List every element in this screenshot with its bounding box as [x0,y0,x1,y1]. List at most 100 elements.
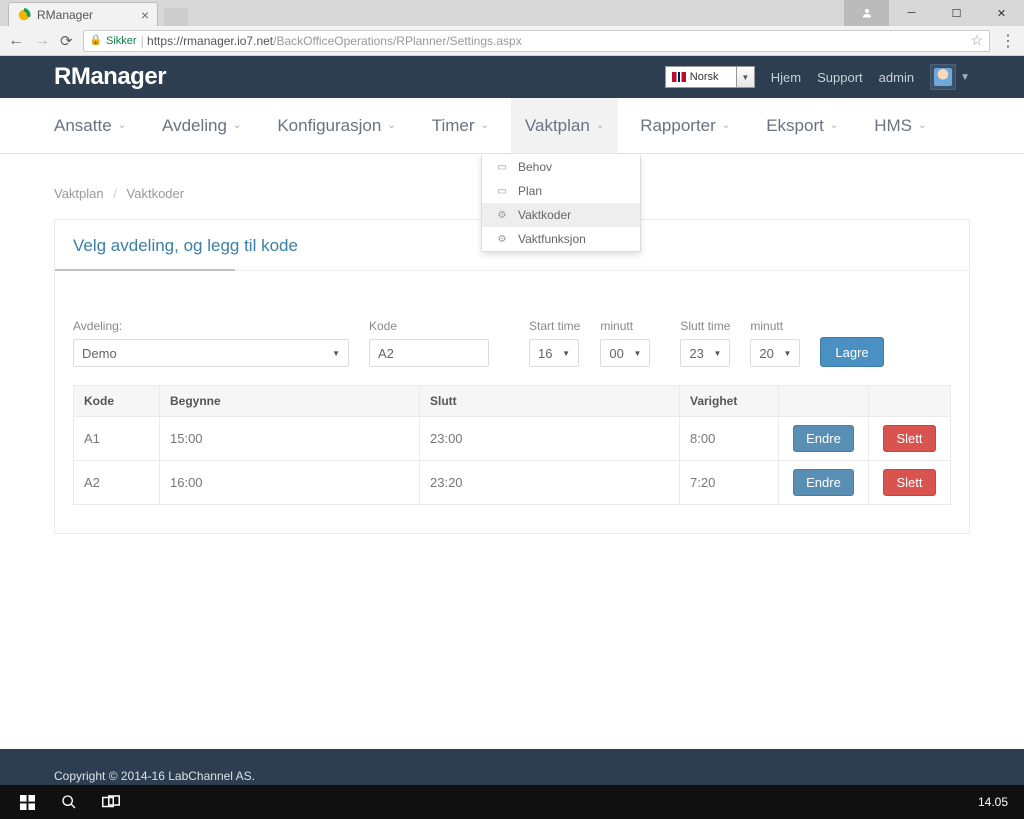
breadcrumb-current: Vaktkoder [127,186,185,201]
chevron-down-icon: ▼ [713,349,721,358]
user-menu[interactable]: ▼ [930,64,970,90]
label-start-time: Start time [529,319,580,333]
close-tab-icon[interactable]: × [131,7,149,23]
table-row: A1 15:00 23:00 8:00 Endre Slett [74,417,951,461]
chevron-down-icon: ⌄ [481,120,489,131]
nav-timer[interactable]: Timer⌄ [432,98,489,153]
end-minute-select[interactable]: 20▼ [750,339,800,367]
cell-varighet: 7:20 [680,461,779,505]
address-bar[interactable]: 🔒 Sikker | https://rmanager.io7.net/Back… [83,30,990,52]
square-icon: ▭ [496,186,508,197]
chevron-down-icon: ⌄ [722,120,730,131]
new-tab-button[interactable] [164,8,188,26]
app-header: RManager Norsk ▼ Hjem Support admin ▼ [0,56,1024,98]
chevron-down-icon: ⌄ [830,120,838,131]
url-host: https://rmanager.io7.net [147,34,273,48]
chevron-down-icon: ▼ [633,349,641,358]
task-view-button[interactable] [90,785,132,819]
window-minimize-button[interactable]: ─ [889,0,934,26]
nav-admin-link[interactable]: admin [879,70,914,85]
delete-button[interactable]: Slett [883,425,935,452]
avdeling-select[interactable]: Demo▼ [73,339,349,367]
edit-button[interactable]: Endre [793,425,854,452]
label-start-minutt: minutt [600,319,650,333]
nav-hms[interactable]: HMS⌄ [874,98,926,153]
nav-rapporter[interactable]: Rapporter⌄ [640,98,730,153]
label-avdeling: Avdeling: [73,319,349,333]
window-maximize-button[interactable]: ☐ [934,0,979,26]
chevron-down-icon: ▼ [562,349,570,358]
kode-input[interactable] [369,339,489,367]
flag-norway-icon [672,72,686,82]
cell-slutt: 23:20 [420,461,680,505]
lock-icon: 🔒 [90,35,102,46]
chevron-down-icon: ⌄ [596,120,604,131]
search-button[interactable] [48,785,90,819]
chevron-down-icon: ▼ [332,349,340,358]
col-kode: Kode [74,386,160,417]
label-slutt-minutt: minutt [750,319,800,333]
window-close-button[interactable]: ✕ [979,0,1024,26]
col-slutt: Slutt [420,386,680,417]
square-icon: ▭ [496,162,508,173]
vaktplan-dropdown: ▭Behov ▭Plan ⚙Vaktkoder ⚙Vaktfunksjon [481,155,641,252]
copyright-text: Copyright © 2014-16 LabChannel AS. [54,769,255,783]
cell-slutt: 23:00 [420,417,680,461]
app-footer: Copyright © 2014-16 LabChannel AS. [0,749,1024,785]
url-path: /BackOfficeOperations/RPlanner/Settings.… [273,34,522,48]
language-dropdown-button[interactable]: ▼ [737,66,755,88]
nav-vaktplan[interactable]: Vaktplan⌄ [511,98,618,153]
secure-label: Sikker [106,35,137,47]
label-slutt-time: Slutt time [680,319,730,333]
tab-title: RManager [37,8,93,22]
language-label: Norsk [690,71,719,83]
chrome-profile-icon[interactable] [844,0,889,26]
panel: Velg avdeling, og legg til kode Avdeling… [54,219,970,534]
language-select[interactable]: Norsk ▼ [665,66,755,88]
main-nav: Ansatte⌄ Avdeling⌄ Konfigurasjon⌄ Timer⌄… [0,98,1024,154]
save-button[interactable]: Lagre [820,337,883,367]
bookmark-icon[interactable]: ☆ [970,32,983,49]
delete-button[interactable]: Slett [883,469,935,496]
nav-home-link[interactable]: Hjem [771,70,801,85]
start-button[interactable] [6,785,48,819]
cell-begynne: 16:00 [160,461,420,505]
nav-eksport[interactable]: Eksport⌄ [766,98,838,153]
dropdown-item-vaktfunksjon[interactable]: ⚙Vaktfunksjon [482,227,640,251]
dropdown-item-vaktkoder[interactable]: ⚙Vaktkoder [482,203,640,227]
browser-tab[interactable]: RManager × [8,2,158,26]
gear-icon: ⚙ [496,210,508,221]
col-begynne: Begynne [160,386,420,417]
cell-kode: A1 [74,417,160,461]
nav-support-link[interactable]: Support [817,70,863,85]
start-minute-select[interactable]: 00▼ [600,339,650,367]
back-button[interactable]: ← [8,32,24,50]
chevron-down-icon: ⌄ [118,120,126,131]
brand-title: RManager [54,63,166,91]
dropdown-item-behov[interactable]: ▭Behov [482,155,640,179]
windows-taskbar: 14.05 [0,785,1024,819]
chevron-down-icon: ⌄ [233,120,241,131]
reload-button[interactable]: ⟳ [60,32,73,50]
tab-favicon [17,8,31,22]
nav-avdeling[interactable]: Avdeling⌄ [162,98,241,153]
avatar [930,64,956,90]
nav-konfigurasjon[interactable]: Konfigurasjon⌄ [277,98,395,153]
breadcrumb-root[interactable]: Vaktplan [54,186,104,201]
end-hour-select[interactable]: 23▼ [680,339,730,367]
cell-begynne: 15:00 [160,417,420,461]
forward-button[interactable]: → [34,32,50,50]
start-hour-select[interactable]: 16▼ [529,339,579,367]
chevron-down-icon: ▼ [960,72,970,83]
table-row: A2 16:00 23:20 7:20 Endre Slett [74,461,951,505]
browser-toolbar: ← → ⟳ 🔒 Sikker | https://rmanager.io7.ne… [0,26,1024,56]
nav-ansatte[interactable]: Ansatte⌄ [54,98,126,153]
dropdown-item-plan[interactable]: ▭Plan [482,179,640,203]
taskbar-clock[interactable]: 14.05 [978,795,1018,809]
chevron-down-icon: ⌄ [387,120,395,131]
chevron-down-icon: ▼ [783,349,791,358]
chrome-menu-icon[interactable]: ⋮ [1000,31,1016,51]
edit-button[interactable]: Endre [793,469,854,496]
codes-table: Kode Begynne Slutt Varighet A1 15:00 23:… [73,385,951,505]
cell-kode: A2 [74,461,160,505]
